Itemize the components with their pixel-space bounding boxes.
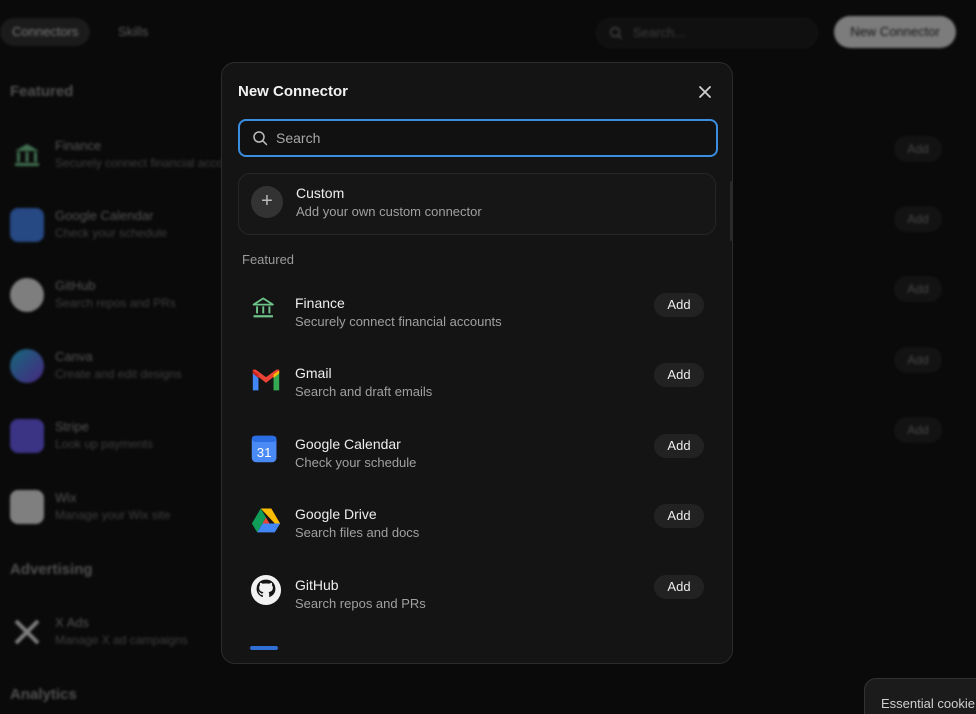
new-connector-dialog: New Connector + Custom Add your own cust… — [221, 62, 733, 664]
section-featured: Featured — [10, 83, 74, 100]
background-search-input[interactable]: Search... — [596, 18, 818, 48]
item-title: Canva — [55, 349, 93, 364]
connector-subtitle: Securely connect financial accounts — [295, 314, 502, 329]
section-advertising: Advertising — [10, 561, 93, 578]
bank-icon — [252, 297, 274, 318]
google-calendar-icon: 31 — [251, 435, 277, 463]
connector-item-finance[interactable]: Finance Securely connect financial accou… — [238, 288, 718, 352]
cookie-banner: Essential cookie — [864, 678, 976, 714]
google-calendar-icon — [10, 208, 44, 242]
item-subtitle: Manage X ad campaigns — [55, 633, 188, 647]
plus-icon: + — [251, 186, 283, 218]
connector-title: Google Calendar — [295, 436, 401, 452]
wix-icon — [10, 490, 44, 524]
item-title: Google Calendar — [55, 208, 154, 223]
custom-connector-card[interactable]: + Custom Add your own custom connector — [238, 173, 716, 235]
connector-item-google-drive[interactable]: Google Drive Search files and docs Add — [238, 499, 718, 563]
cookie-banner-text: Essential cookie — [881, 696, 975, 711]
canva-icon — [10, 349, 44, 383]
connector-title: Finance — [295, 295, 345, 311]
custom-title: Custom — [296, 185, 345, 201]
item-subtitle: Check your schedule — [55, 226, 168, 240]
item-title: X Ads — [55, 615, 89, 630]
custom-subtitle: Add your own custom connector — [296, 204, 482, 219]
item-subtitle: Manage your Wix site — [55, 508, 171, 522]
item-subtitle: Look up payments — [55, 437, 154, 451]
add-button[interactable]: Add — [654, 293, 704, 317]
item-subtitle: Create and edit designs — [55, 367, 182, 381]
item-title: GitHub — [55, 278, 96, 293]
github-icon — [10, 278, 44, 312]
connector-search-field[interactable] — [238, 119, 718, 157]
bank-icon — [15, 144, 39, 166]
item-subtitle: Securely connect financial accounts — [55, 156, 246, 170]
section-analytics: Analytics — [10, 686, 77, 703]
add-button[interactable]: Add — [894, 136, 942, 162]
add-button[interactable]: Add — [894, 417, 942, 443]
connector-icon-partial — [250, 646, 278, 650]
add-button[interactable]: Add — [894, 276, 942, 302]
connector-subtitle: Search repos and PRs — [295, 596, 426, 611]
google-drive-icon — [251, 508, 281, 533]
github-icon — [250, 574, 282, 606]
search-input[interactable] — [276, 121, 706, 155]
search-icon — [253, 131, 268, 146]
scrollbar[interactable] — [730, 181, 732, 241]
item-title: Finance — [55, 138, 102, 153]
top-bar: Connectors Skills Search... New Connecto… — [0, 0, 976, 64]
add-button[interactable]: Add — [654, 575, 704, 599]
tab-connectors[interactable]: Connectors — [0, 18, 91, 46]
connector-subtitle: Search files and docs — [295, 525, 420, 540]
search-icon — [610, 27, 623, 40]
new-connector-button[interactable]: New Connector — [834, 16, 956, 48]
background-search-placeholder: Search... — [633, 25, 686, 40]
tab-skills[interactable]: Skills — [106, 18, 160, 46]
calendar-day-number: 31 — [257, 445, 272, 460]
item-title: Wix — [55, 490, 77, 505]
add-button[interactable]: Add — [894, 347, 942, 373]
connector-subtitle: Search and draft emails — [295, 384, 433, 399]
connector-item-github[interactable]: GitHub Search repos and PRs Add — [238, 570, 718, 634]
connector-title: Gmail — [295, 365, 332, 381]
connector-item-gmail[interactable]: Gmail Search and draft emails Add — [238, 358, 718, 422]
add-button[interactable]: Add — [654, 434, 704, 458]
connector-item-google-calendar[interactable]: 31 Google Calendar Check your schedule A… — [238, 429, 718, 493]
item-subtitle: Search repos and PRs — [55, 296, 176, 310]
featured-section-label: Featured — [242, 252, 295, 267]
item-title: Stripe — [55, 419, 89, 434]
connector-subtitle: Check your schedule — [295, 455, 417, 470]
gmail-icon — [252, 369, 280, 391]
add-button[interactable]: Add — [654, 504, 704, 528]
connector-title: Google Drive — [295, 506, 377, 522]
close-icon[interactable] — [694, 81, 716, 103]
add-button[interactable]: Add — [894, 206, 942, 232]
x-logo-icon — [14, 619, 40, 645]
connector-item-partial[interactable] — [238, 640, 718, 663]
stripe-icon — [10, 419, 44, 453]
connector-title: GitHub — [295, 577, 339, 593]
add-button[interactable]: Add — [654, 363, 704, 387]
dialog-title: New Connector — [238, 83, 349, 100]
